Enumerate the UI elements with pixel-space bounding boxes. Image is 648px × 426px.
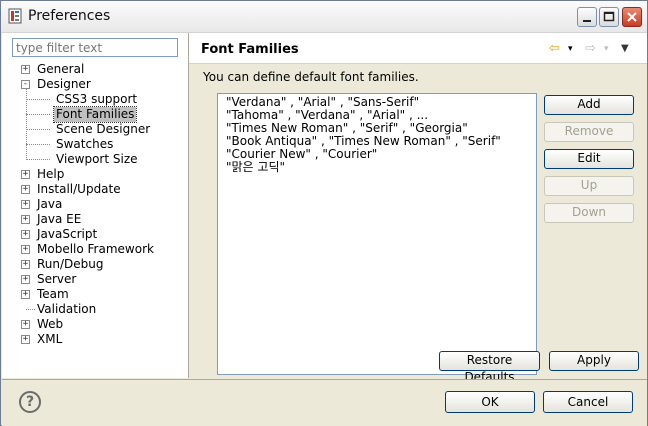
tree-item[interactable]: + General	[2, 62, 188, 77]
tree-item-label: Web	[37, 317, 64, 331]
tree-item-label: Validation	[37, 302, 97, 316]
preference-page: Font Families ⇦ ▾ ⇨ ▾ ▼ You can define d…	[189, 33, 647, 384]
up-button[interactable]: Up	[544, 176, 634, 196]
tree-item-label: Java EE	[37, 212, 82, 226]
tree-item-label: Java	[37, 197, 63, 211]
apply-button[interactable]: Apply	[549, 351, 639, 371]
expand-icon[interactable]: +	[21, 215, 30, 224]
expand-icon[interactable]: +	[21, 245, 30, 254]
back-arrow-icon[interactable]: ⇦	[549, 41, 560, 56]
tree-connector	[26, 114, 50, 115]
expand-icon[interactable]: +	[21, 290, 30, 299]
tree-item[interactable]: Font Families	[2, 106, 188, 123]
tree-item[interactable]: + Server	[2, 272, 188, 287]
tree-item-label: Help	[37, 167, 65, 181]
expand-icon[interactable]: +	[21, 230, 30, 239]
dialog-button-bar: ? OK Cancel	[2, 379, 647, 426]
help-icon[interactable]: ?	[19, 391, 41, 413]
tree-connector	[26, 129, 50, 130]
tree-item[interactable]: + Mobello Framework	[2, 242, 188, 257]
back-dropdown-icon[interactable]: ▾	[568, 44, 573, 54]
minimize-button[interactable]	[577, 7, 597, 27]
expand-icon[interactable]: +	[21, 335, 30, 344]
close-button[interactable]	[622, 7, 642, 27]
expand-icon[interactable]: +	[21, 320, 30, 329]
tree-item-label: General	[37, 62, 85, 76]
expand-icon[interactable]: +	[21, 200, 30, 209]
preferences-window: Preferences + General-DesignerCSS3 suppor…	[0, 0, 648, 426]
collapse-icon[interactable]: -	[21, 80, 30, 89]
tree-item-label: Viewport Size	[56, 152, 138, 166]
expand-icon[interactable]: +	[21, 65, 30, 74]
tree-item-label: CSS3 support	[56, 92, 138, 106]
tree-item-label: Scene Designer	[56, 122, 151, 136]
tree-item[interactable]: Scene Designer	[2, 122, 188, 137]
tree-item[interactable]: + JavaScript	[2, 227, 188, 242]
forward-dropdown-icon: ▾	[604, 44, 609, 54]
tree-item[interactable]: + Java	[2, 197, 188, 212]
tree-item[interactable]: + XML	[2, 332, 188, 347]
view-menu-icon[interactable]: ▼	[621, 43, 629, 54]
forward-arrow-icon: ⇨	[585, 41, 596, 56]
tree-item[interactable]: + Web	[2, 317, 188, 332]
tree-item[interactable]: + Install/Update	[2, 182, 188, 197]
tree-item-label: Server	[37, 272, 77, 286]
page-title: Font Families	[201, 42, 299, 57]
tree-item[interactable]: - Designer	[2, 77, 188, 92]
tree-guide-line	[26, 89, 27, 160]
tree-item[interactable]: + Java EE	[2, 212, 188, 227]
down-button[interactable]: Down	[544, 203, 634, 223]
tree-item-label: JavaScript	[37, 227, 98, 241]
edit-button[interactable]: Edit	[544, 149, 634, 169]
expand-icon[interactable]: +	[21, 260, 30, 269]
tree-item[interactable]: CSS3 support	[2, 92, 188, 107]
tree-connector	[26, 99, 50, 100]
tree-connector	[26, 144, 50, 145]
tree-item[interactable]: + Run/Debug	[2, 257, 188, 272]
remove-button[interactable]: Remove	[544, 122, 634, 142]
restore-defaults-button[interactable]: Restore Defaults	[439, 351, 540, 384]
tree-item[interactable]: Swatches	[2, 137, 188, 152]
tree-item-label: Font Families	[52, 106, 138, 123]
preference-tree-panel: + General-DesignerCSS3 supportFont Famili…	[2, 33, 189, 378]
tree-item-label: Install/Update	[37, 182, 121, 196]
close-icon	[627, 12, 637, 22]
tree-item[interactable]: Validation	[2, 302, 188, 317]
title-bar[interactable]: Preferences	[1, 1, 647, 33]
tree-item[interactable]: Viewport Size	[2, 152, 188, 167]
maximize-button[interactable]	[599, 7, 619, 27]
page-header: Font Families ⇦ ▾ ⇨ ▾ ▼	[189, 33, 647, 64]
tree-item-label: XML	[37, 332, 63, 346]
tree-item[interactable]: + Team	[2, 287, 188, 302]
tree-item-label: Swatches	[56, 137, 114, 151]
tree-connector	[26, 159, 50, 160]
filter-input[interactable]	[12, 38, 178, 57]
tree-item-label: Mobello Framework	[37, 242, 154, 256]
tree-item-label: Designer	[37, 77, 91, 91]
tree-item-label: Team	[37, 287, 69, 301]
list-item[interactable]: "맑은 고딕"	[226, 161, 285, 174]
app-icon	[8, 8, 22, 24]
tree-connector	[26, 309, 35, 310]
tree-item[interactable]: + Help	[2, 167, 188, 182]
expand-icon[interactable]: +	[21, 185, 30, 194]
expand-icon[interactable]: +	[21, 170, 30, 179]
page-description: You can define default font families.	[203, 70, 419, 84]
ok-button[interactable]: OK	[445, 391, 535, 413]
expand-icon[interactable]: +	[21, 275, 30, 284]
font-families-list[interactable]: "Verdana" , "Arial" , "Sans-Serif" "Taho…	[217, 93, 537, 375]
add-button[interactable]: Add	[544, 95, 634, 115]
window-title: Preferences	[28, 8, 111, 24]
cancel-button[interactable]: Cancel	[543, 391, 633, 413]
minimize-icon	[583, 20, 591, 22]
maximize-icon	[603, 11, 615, 22]
tree-item-label: Run/Debug	[37, 257, 104, 271]
